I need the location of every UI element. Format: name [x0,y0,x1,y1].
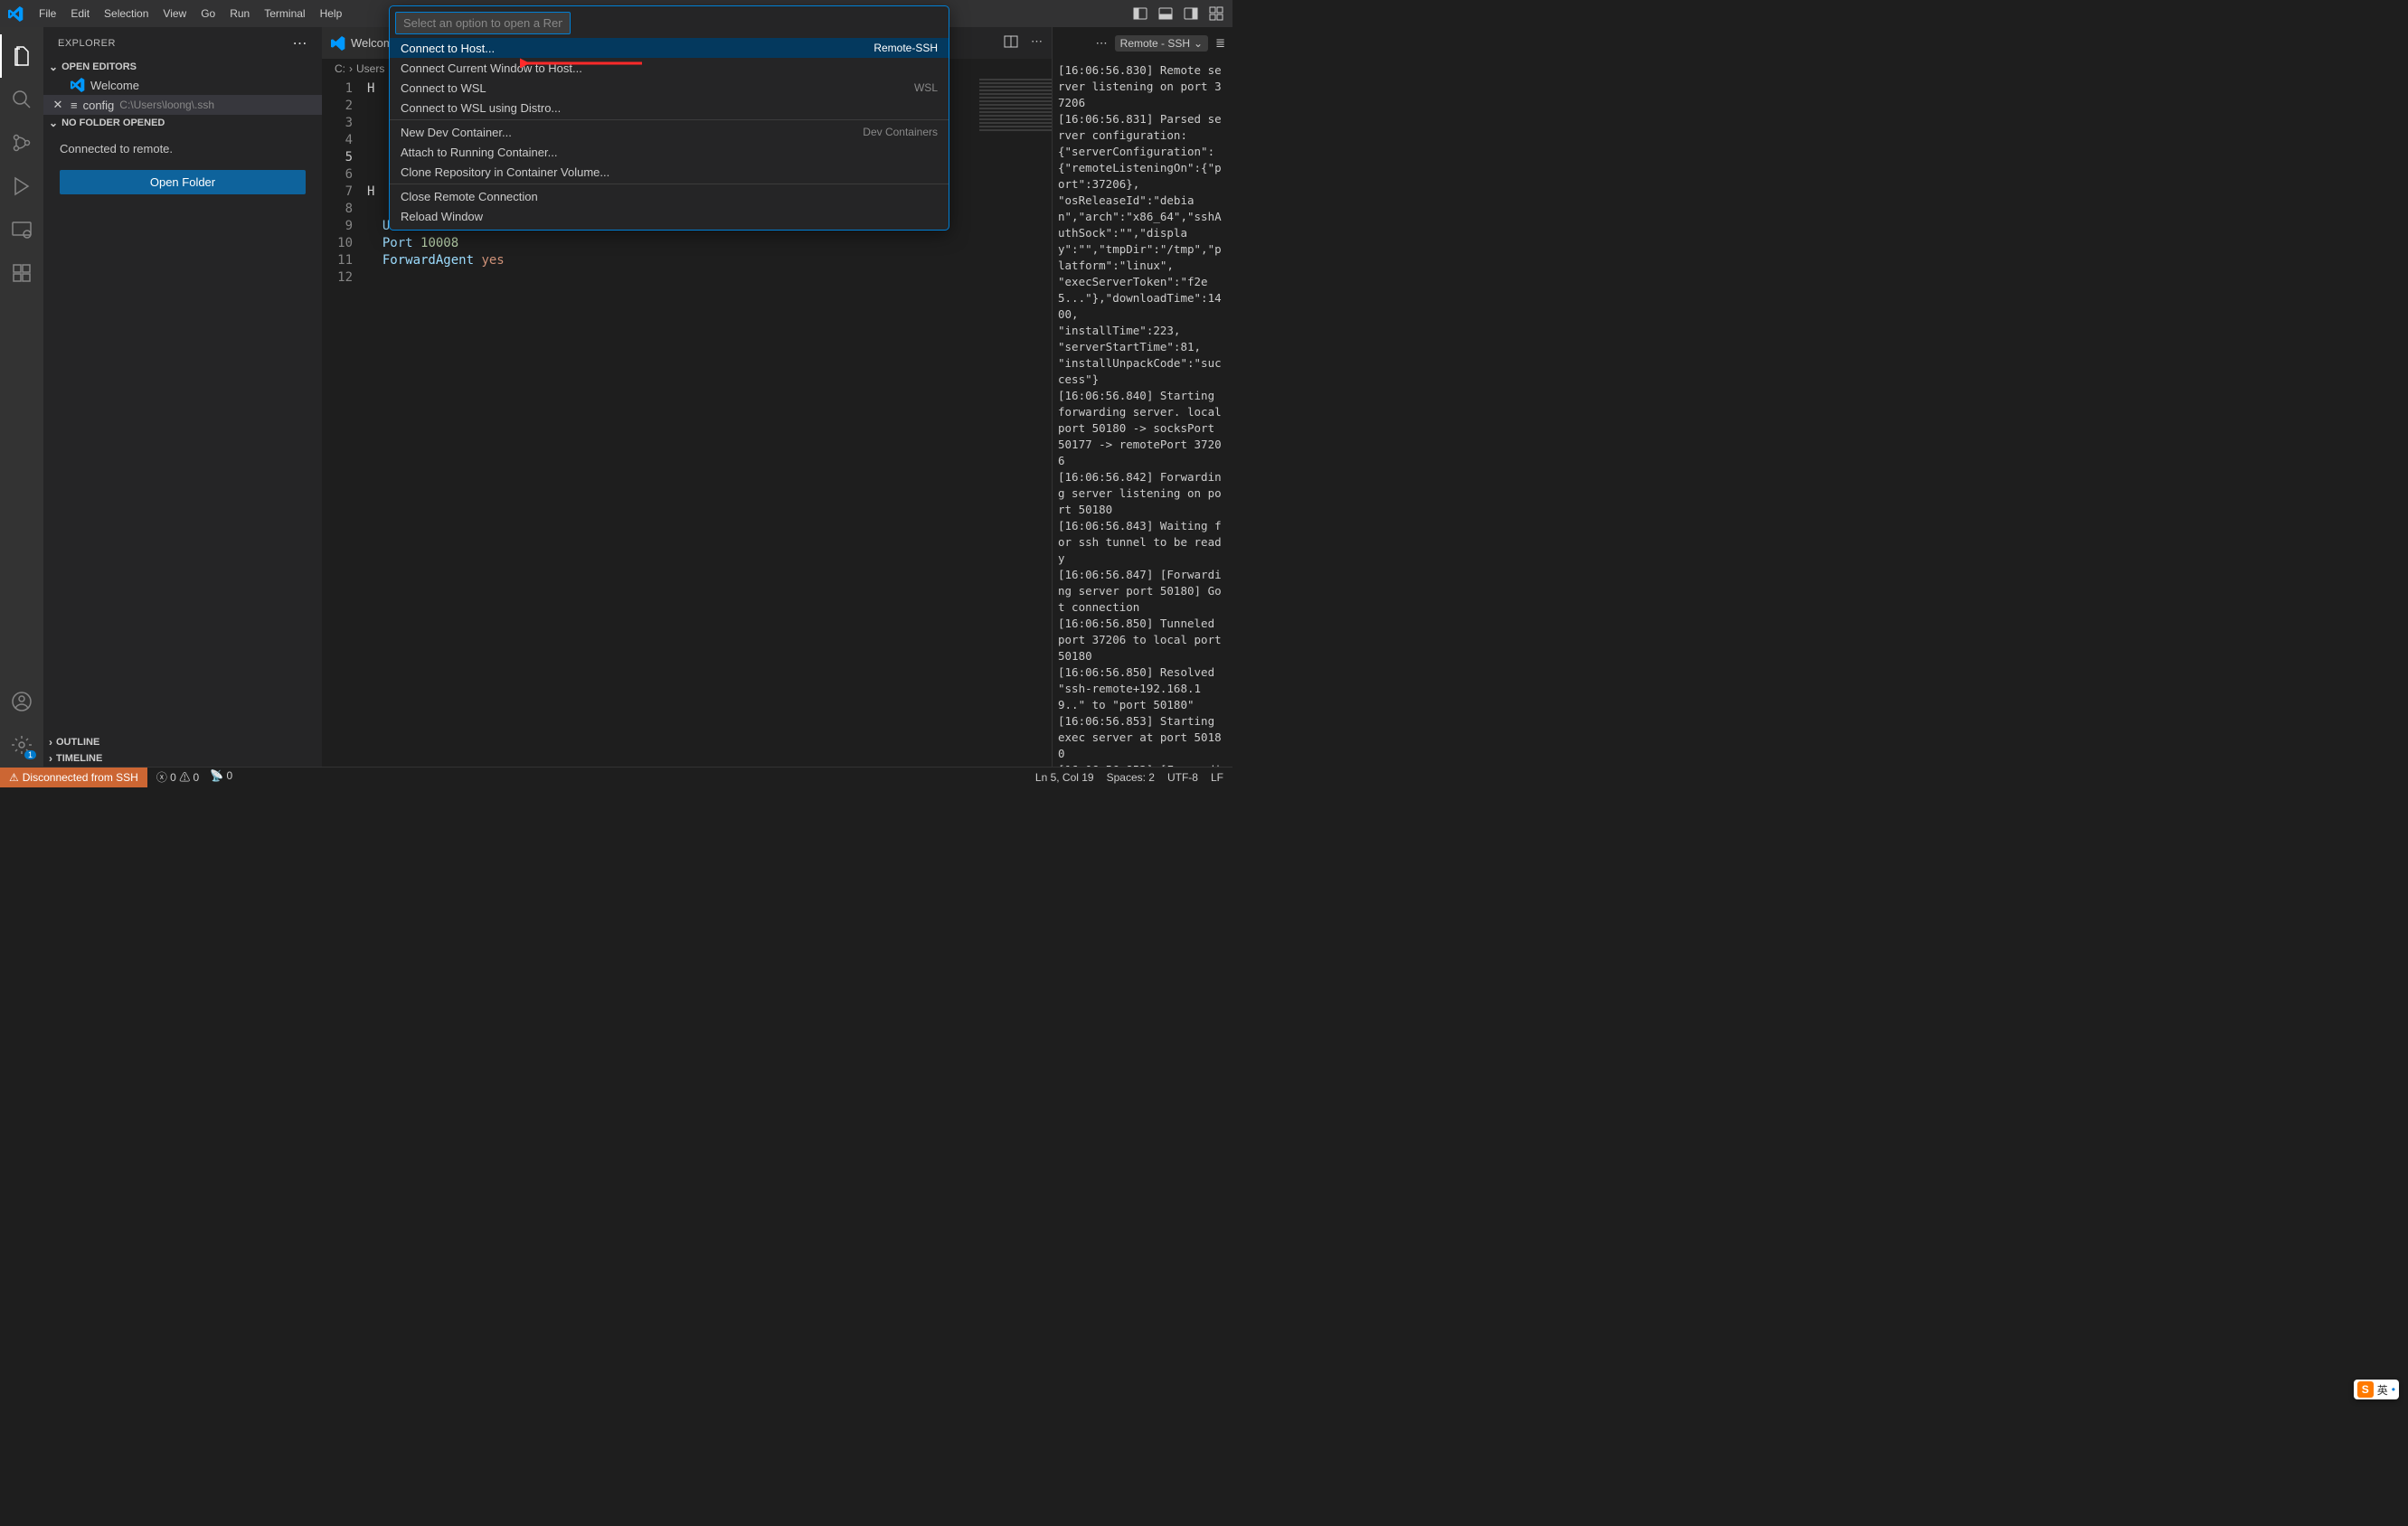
quickpick-item[interactable]: Connect to Host...Remote-SSH [390,38,949,58]
split-editor-icon[interactable] [1004,34,1018,52]
vscode-app-icon [0,6,32,22]
status-spaces[interactable]: Spaces: 2 [1107,771,1155,784]
customize-layout-icon[interactable] [1209,6,1223,21]
log-output[interactable]: [16:06:56.830] Remote server listening o… [1053,59,1232,767]
status-encoding[interactable]: UTF-8 [1167,771,1198,784]
remote-window-quickpick: Connect to Host...Remote-SSHConnect Curr… [389,5,949,231]
menu-file[interactable]: File [32,0,63,27]
chevron-down-icon: ⌄ [1194,37,1203,50]
chevron-down-icon: ⌄ [49,61,58,73]
chevron-down-icon: ⌄ [49,117,58,129]
warning-icon: ⚠ [9,771,19,784]
list-icon[interactable]: ≣ [1215,36,1225,51]
vscode-icon [71,78,85,92]
chevron-right-icon: › [49,752,52,765]
layout-controls [1133,6,1232,21]
timeline-header[interactable]: ›TIMELINE [43,750,322,767]
status-ports[interactable]: 📡 0 [210,769,232,785]
quickpick-item[interactable]: Attach to Running Container... [390,142,949,162]
connected-text: Connected to remote. [43,131,322,166]
extensions-icon[interactable] [0,251,43,295]
output-panel: ⋯ Remote - SSH⌄ ≣ [16:06:56.830] Remote … [1052,27,1232,767]
open-editor-welcome[interactable]: Welcome [43,75,322,95]
settings-badge: 1 [24,750,36,759]
ime-logo-icon: S [2357,1381,2374,1398]
open-editors-header[interactable]: ⌄ OPEN EDITORS [43,59,322,75]
quickpick-item[interactable]: New Dev Container...Dev Containers [390,122,949,142]
no-folder-header[interactable]: ⌄ NO FOLDER OPENED [43,115,322,131]
settings-icon[interactable]: 1 [0,723,43,767]
sidebar-more-icon[interactable]: ⋯ [293,34,308,52]
close-icon[interactable]: ✕ [51,98,65,112]
menu-run[interactable]: Run [222,0,257,27]
explorer-icon[interactable] [0,34,43,78]
quickpick-input[interactable] [395,12,571,34]
vscode-icon [331,36,345,51]
quickpick-item[interactable]: Reload Window [390,206,949,226]
source-control-icon[interactable] [0,121,43,165]
settings-file-icon: ≡ [71,99,78,112]
menu-go[interactable]: Go [194,0,222,27]
menu-help[interactable]: Help [313,0,350,27]
sidebar: EXPLORER ⋯ ⌄ OPEN EDITORS Welcome ✕ ≡ co… [43,27,322,767]
annotation-arrow [520,54,647,72]
run-debug-icon[interactable] [0,165,43,208]
open-folder-button[interactable]: Open Folder [60,170,306,194]
quickpick-item[interactable]: Close Remote Connection [390,186,949,206]
menu-selection[interactable]: Selection [97,0,156,27]
remote-explorer-icon[interactable] [0,208,43,251]
toggle-secondary-sidebar-icon[interactable] [1184,6,1198,21]
menu-terminal[interactable]: Terminal [257,0,312,27]
line-gutter: 123456789101112 [322,80,367,767]
quickpick-item[interactable]: Connect to WSL using Distro... [390,98,949,118]
sidebar-title: EXPLORER [58,38,116,49]
menu-bar: File Edit Selection View Go Run Terminal… [32,0,349,27]
minimap[interactable] [979,79,1052,133]
search-icon[interactable] [0,78,43,121]
status-errors[interactable]: ⓧ 0 ⚠ 0 [156,769,199,785]
quickpick-item[interactable]: Clone Repository in Container Volume... [390,162,949,182]
quickpick-item[interactable]: Connect Current Window to Host... [390,58,949,78]
toggle-primary-sidebar-icon[interactable] [1133,6,1147,21]
ime-indicator[interactable]: S 英 • [2354,1380,2399,1399]
status-bar: ⚠ Disconnected from SSH ⓧ 0 ⚠ 0 📡 0 Ln 5… [0,767,1232,787]
activity-bar: 1 [0,27,43,767]
remote-status[interactable]: ⚠ Disconnected from SSH [0,768,147,787]
menu-view[interactable]: View [156,0,194,27]
menu-edit[interactable]: Edit [63,0,97,27]
status-eol[interactable]: LF [1211,771,1223,784]
toggle-panel-icon[interactable] [1158,6,1173,21]
outline-header[interactable]: ›OUTLINE [43,734,322,750]
tab-more-icon[interactable]: ⋯ [1031,34,1043,52]
quickpick-item[interactable]: Connect to WSLWSL [390,78,949,98]
remote-ssh-dropdown[interactable]: Remote - SSH⌄ [1115,35,1208,52]
accounts-icon[interactable] [0,680,43,723]
panel-more-icon[interactable]: ⋯ [1096,36,1108,51]
chevron-right-icon: › [49,736,52,749]
status-cursor[interactable]: Ln 5, Col 19 [1035,771,1094,784]
open-editor-config[interactable]: ✕ ≡ config C:\Users\loong\.ssh [43,95,322,115]
